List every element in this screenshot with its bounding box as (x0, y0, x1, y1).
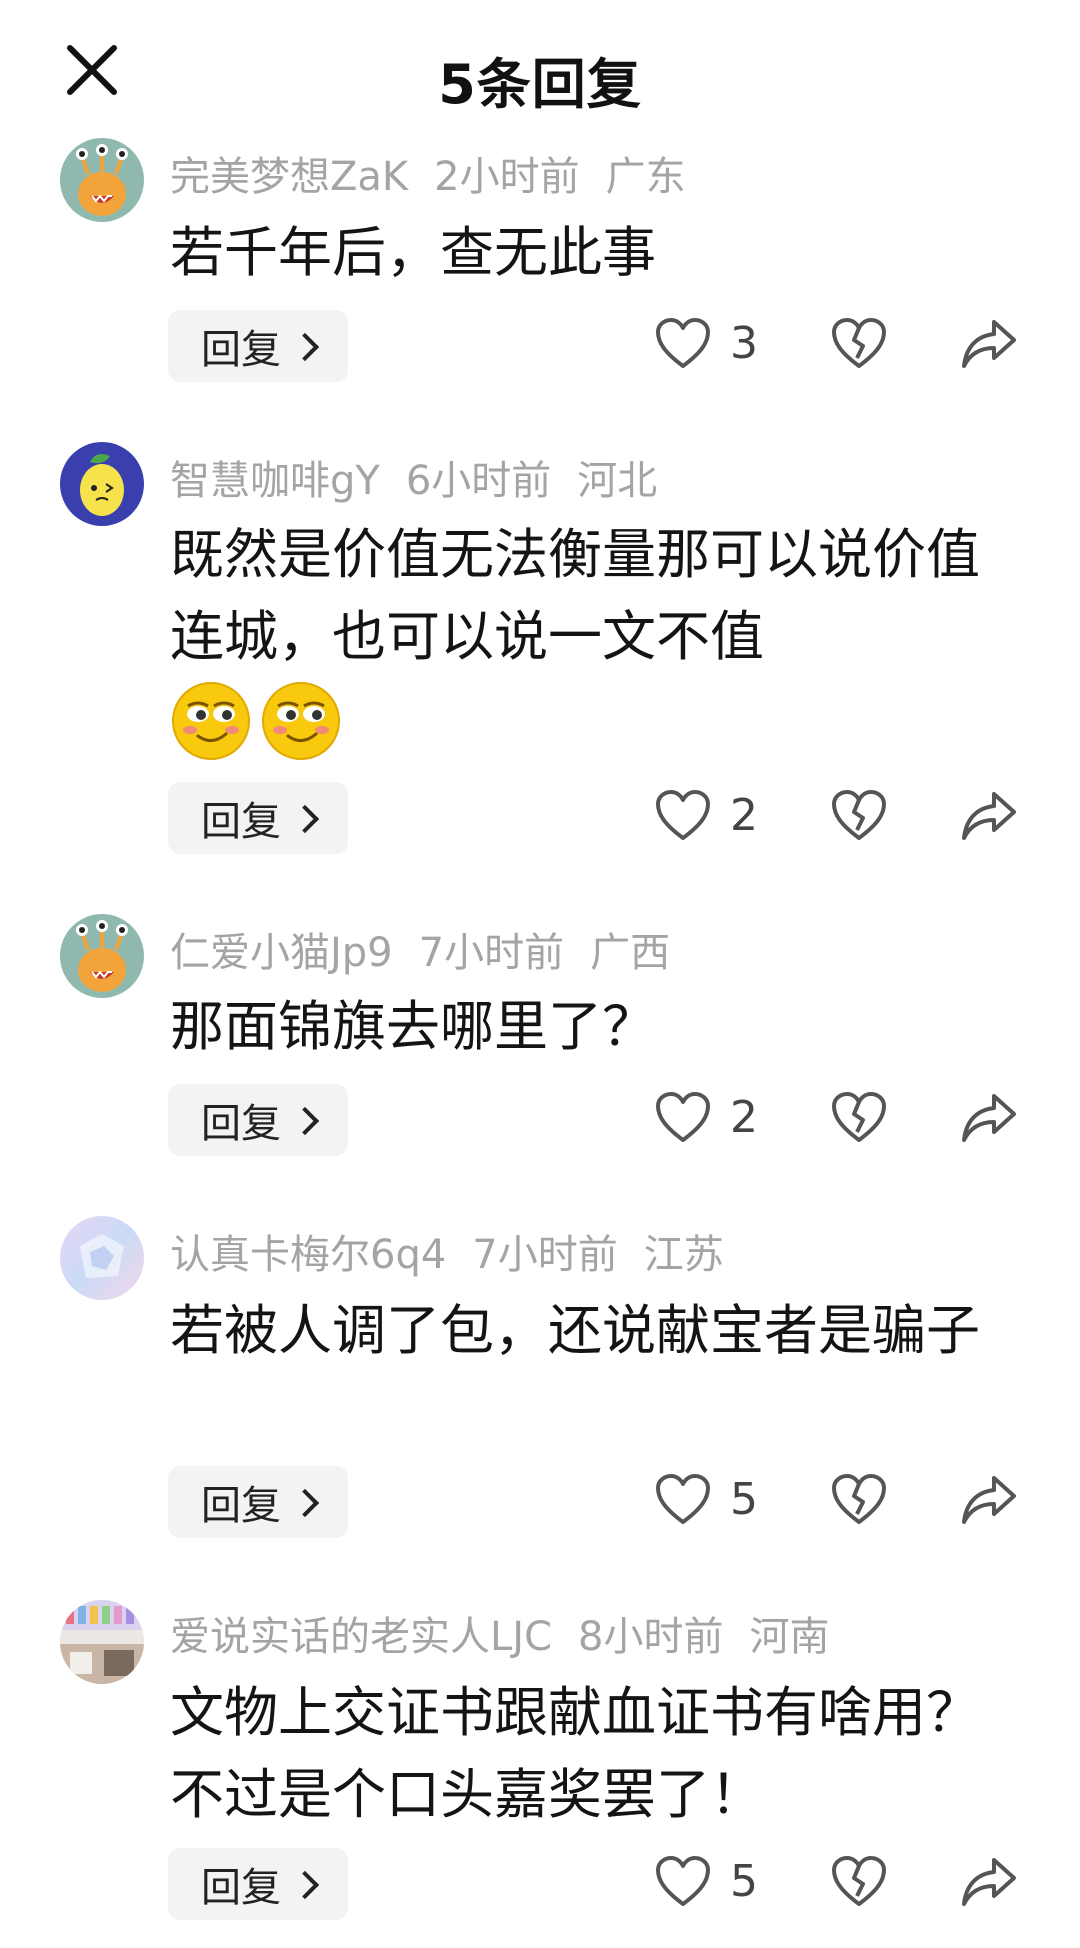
avatar[interactable] (60, 1216, 144, 1300)
location: 广西 (590, 930, 671, 976)
page-title: 5条回复 (438, 53, 642, 116)
heart-icon (656, 790, 710, 840)
dislike-button[interactable] (830, 1090, 888, 1144)
comment-meta: 爱说实话的老实人LJC 8小时前 河南 (170, 1604, 855, 1662)
avatar[interactable] (60, 1600, 144, 1684)
timestamp: 7小时前 (472, 1232, 618, 1278)
username[interactable]: 完美梦想ZaK (170, 154, 408, 200)
like-button[interactable]: 2 (654, 1090, 758, 1144)
comment-text: 若千年后，查无此事 (170, 221, 656, 284)
comment-text: 文物上交证书跟献血证书有啥用？不过是个口头嘉奖罢了！ (170, 1681, 980, 1826)
share-button[interactable] (960, 1092, 1018, 1144)
heart-icon (656, 1474, 710, 1524)
timestamp: 6小时前 (405, 458, 552, 504)
share-icon (962, 1094, 1016, 1142)
timestamp: 2小时前 (434, 154, 580, 200)
reply-button[interactable]: 回复 (168, 310, 348, 382)
share-icon (962, 320, 1016, 368)
username[interactable]: 爱说实话的老实人LJC (170, 1614, 552, 1660)
dislike-button[interactable] (830, 1472, 888, 1526)
location: 河北 (577, 458, 658, 504)
reply-label: 回复 (201, 1483, 281, 1529)
share-button[interactable] (960, 790, 1018, 842)
comment-text: 若被人调了包，还说献宝者是骗子 (170, 1299, 980, 1362)
emoji-row (170, 680, 342, 762)
timestamp: 7小时前 (418, 930, 565, 976)
heart-icon (656, 1856, 710, 1906)
comment-meta: 仁爱小猫Jp9 7小时前 广西 (170, 920, 696, 978)
smirk-emoji-icon (172, 682, 250, 760)
avatar[interactable] (60, 914, 144, 998)
username[interactable]: 认真卡梅尔6q4 (170, 1232, 446, 1278)
avatar[interactable] (60, 138, 144, 222)
like-count: 5 (730, 1473, 758, 1525)
location: 河南 (749, 1614, 830, 1660)
chevron-right-icon (290, 1870, 320, 1900)
reply-button[interactable]: 回复 (168, 1848, 348, 1920)
broken-heart-icon (832, 318, 886, 368)
share-icon (962, 1858, 1016, 1906)
share-button[interactable] (960, 1856, 1018, 1908)
like-button[interactable]: 5 (654, 1472, 758, 1526)
comment-meta: 认真卡梅尔6q4 7小时前 江苏 (170, 1222, 750, 1280)
reply-button[interactable]: 回复 (168, 1466, 348, 1538)
chevron-right-icon (290, 332, 320, 362)
like-count: 5 (730, 1855, 758, 1907)
dislike-button[interactable] (830, 1854, 888, 1908)
like-button[interactable]: 3 (654, 316, 758, 370)
timestamp: 8小时前 (578, 1614, 724, 1660)
username[interactable]: 智慧咖啡gY (170, 458, 380, 504)
comment-meta: 完美梦想ZaK 2小时前 广东 (170, 144, 712, 202)
comment-text: 既然是价值无法衡量那可以说价值连城，也可以说一文不值 (170, 523, 980, 668)
share-icon (962, 792, 1016, 840)
like-count: 3 (730, 317, 758, 369)
reply-button[interactable]: 回复 (168, 782, 348, 854)
comment-text: 那面锦旗去哪里了？ (170, 995, 656, 1058)
username[interactable]: 仁爱小猫Jp9 (170, 930, 393, 976)
like-button[interactable]: 2 (654, 788, 758, 842)
reply-button[interactable]: 回复 (168, 1084, 348, 1156)
share-icon (962, 1476, 1016, 1524)
like-button[interactable]: 5 (654, 1854, 758, 1908)
chevron-right-icon (290, 804, 320, 834)
reply-label: 回复 (201, 799, 281, 845)
heart-icon (656, 1092, 710, 1142)
reply-label: 回复 (201, 1865, 281, 1911)
chevron-right-icon (290, 1488, 320, 1518)
comment-meta: 智慧咖啡gY 6小时前 河北 (170, 448, 683, 506)
like-count: 2 (730, 1091, 758, 1143)
broken-heart-icon (832, 1474, 886, 1524)
dislike-button[interactable] (830, 788, 888, 842)
share-button[interactable] (960, 318, 1018, 370)
replies-sheet: 5条回复 完美梦想ZaK 2小时前 广东 若千年后，查无此事 回复 3 智慧咖啡… (0, 0, 1080, 1948)
location: 江苏 (643, 1232, 724, 1278)
location: 广东 (605, 154, 686, 200)
share-button[interactable] (960, 1474, 1018, 1526)
reply-label: 回复 (201, 1101, 281, 1147)
reply-label: 回复 (201, 327, 281, 373)
avatar[interactable] (60, 442, 144, 526)
smirk-emoji-icon (262, 682, 340, 760)
sheet-header: 5条回复 (0, 0, 1080, 140)
like-count: 2 (730, 789, 758, 841)
chevron-right-icon (290, 1106, 320, 1136)
dislike-button[interactable] (830, 316, 888, 370)
broken-heart-icon (832, 790, 886, 840)
heart-icon (656, 318, 710, 368)
broken-heart-icon (832, 1092, 886, 1142)
broken-heart-icon (832, 1856, 886, 1906)
